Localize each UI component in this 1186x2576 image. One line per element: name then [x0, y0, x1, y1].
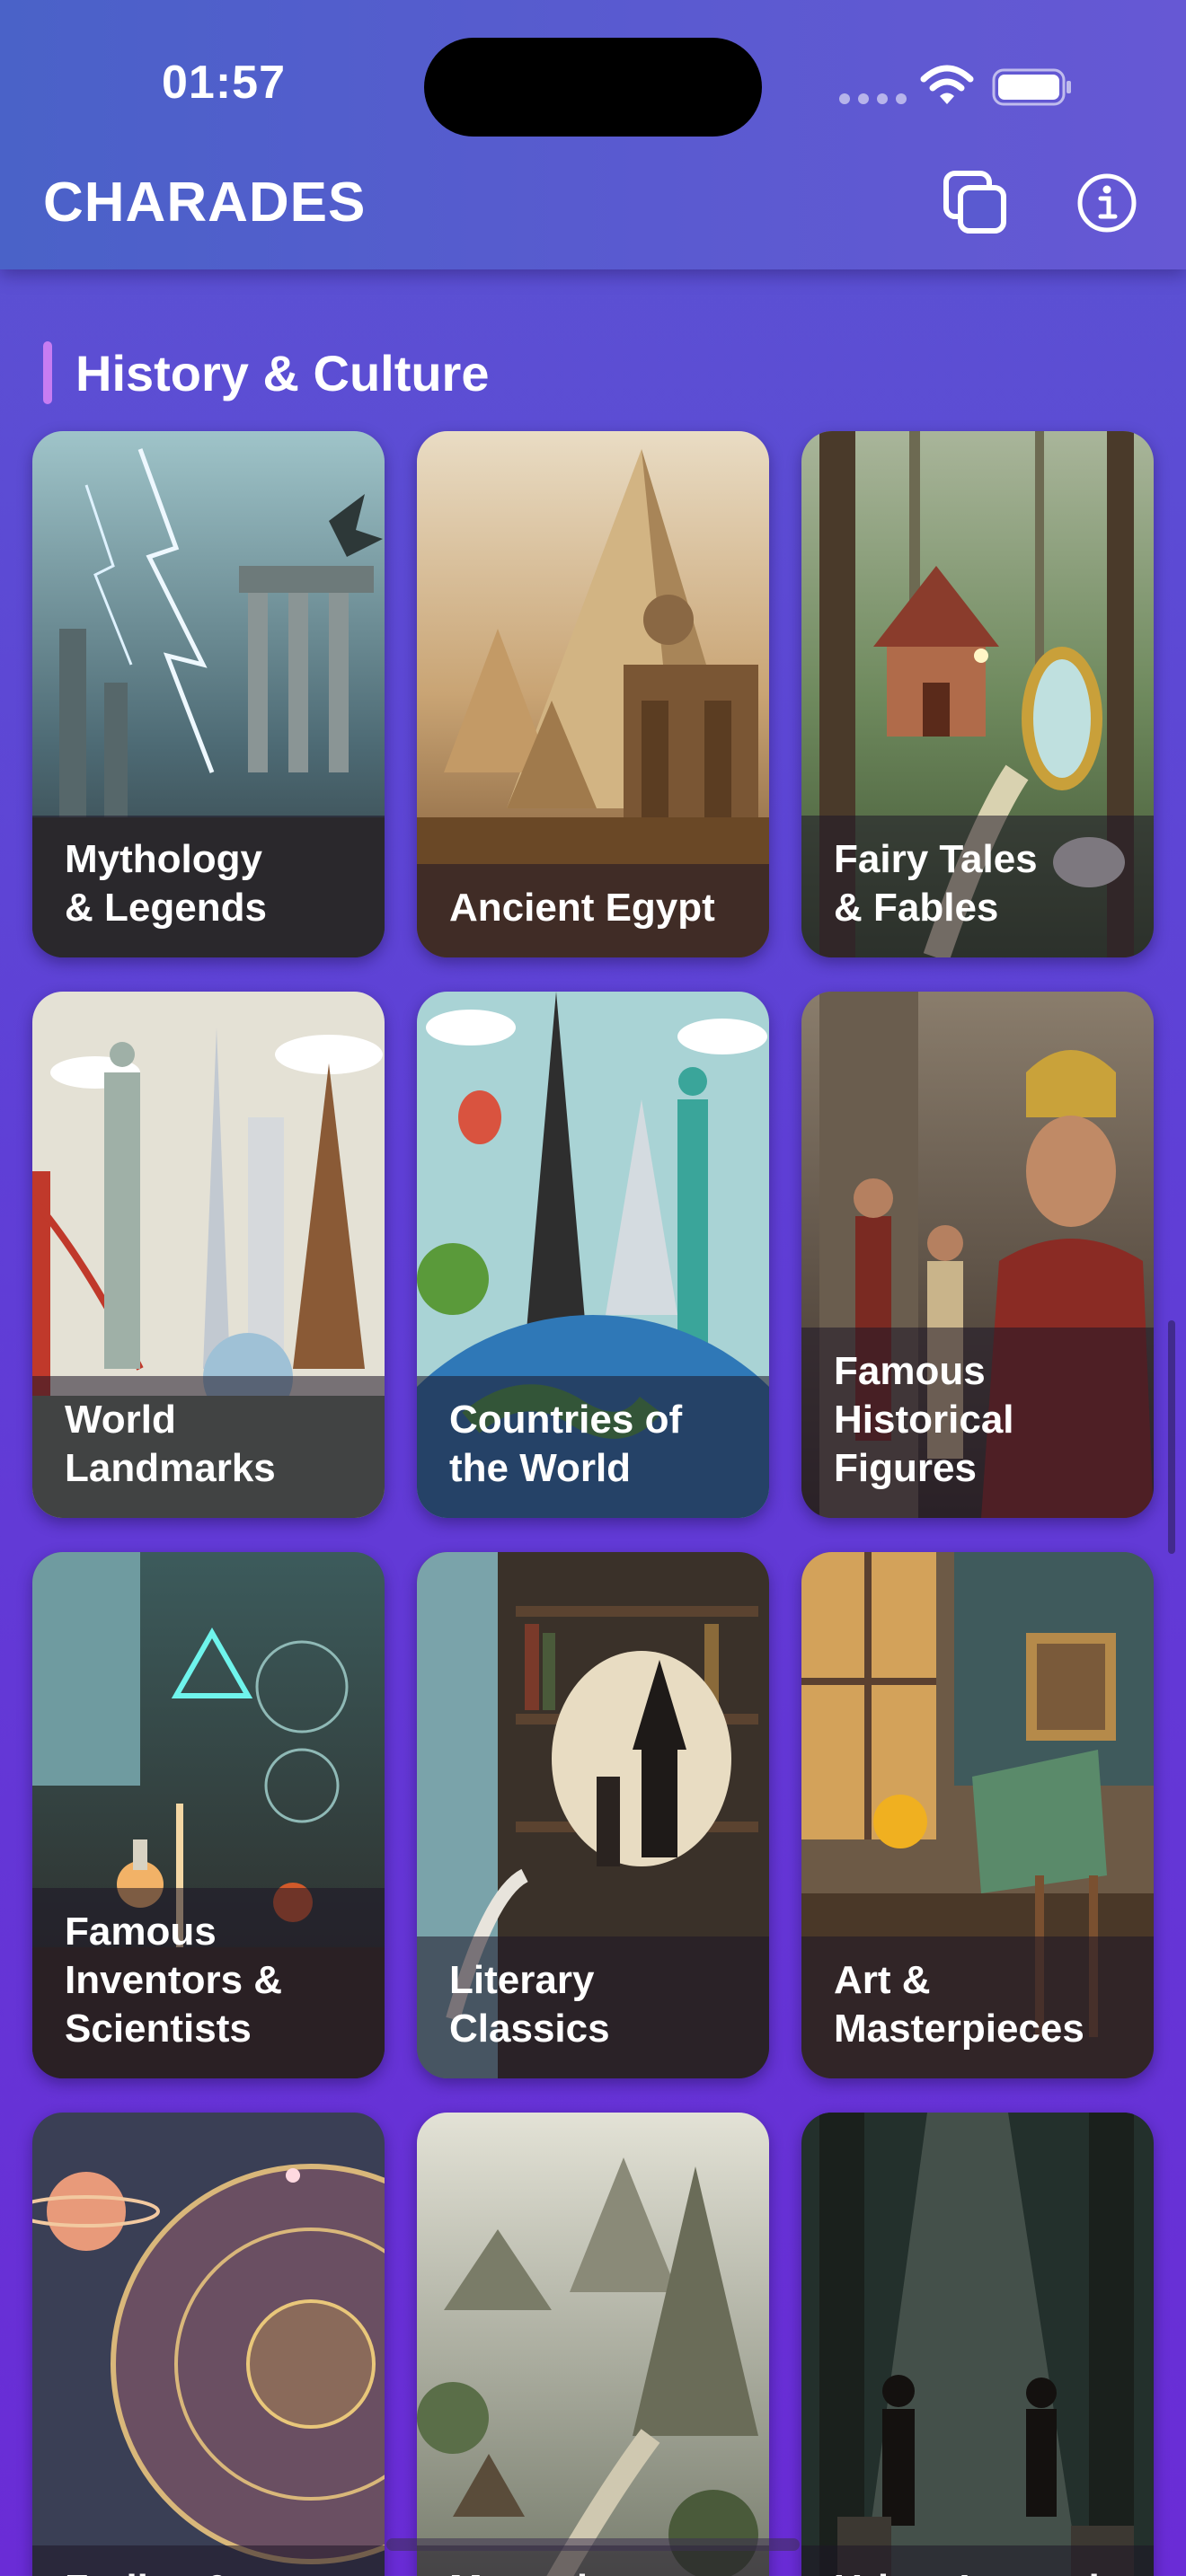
mysterious-illustration	[417, 2113, 769, 2576]
card-label: Famous Inventors & Scientists	[32, 1888, 385, 2078]
card-label: Urban Legends	[801, 2545, 1154, 2576]
status-time: 01:57	[162, 57, 286, 109]
vertical-scrollbar[interactable]	[1168, 1320, 1175, 1554]
card-label: Zodiac &	[32, 2545, 385, 2576]
wifi-icon	[920, 65, 974, 104]
zodiac-illustration	[32, 2113, 385, 2576]
copy-button[interactable]	[940, 167, 1012, 239]
category-card-inventors[interactable]: Famous Inventors & Scientists	[32, 1552, 385, 2078]
card-label: Famous Historical Figures	[801, 1328, 1154, 1518]
category-card-fairy-tales[interactable]: Fairy Tales & Fables	[801, 431, 1154, 957]
card-label: Mythology & Legends	[32, 816, 385, 957]
category-card-historical-figures[interactable]: Famous Historical Figures	[801, 992, 1154, 1518]
info-icon	[1077, 173, 1137, 233]
app-header: 01:57 CHARADES	[0, 0, 1186, 269]
home-indicator[interactable]	[386, 2538, 800, 2551]
category-card-mythology[interactable]: Mythology & Legends	[32, 431, 385, 957]
category-card-world-landmarks[interactable]: World Landmarks	[32, 992, 385, 1518]
card-label: Art & Masterpieces	[801, 1936, 1154, 2078]
info-button[interactable]	[1071, 167, 1143, 239]
category-card-ancient-egypt[interactable]: Ancient Egypt	[417, 431, 769, 957]
category-card-art-masterpieces[interactable]: Art & Masterpieces	[801, 1552, 1154, 2078]
app-title: CHARADES	[43, 172, 367, 234]
battery-icon	[992, 68, 1071, 106]
category-card-urban-legends[interactable]: Urban Legends	[801, 2113, 1154, 2576]
category-card-countries[interactable]: Countries of the World	[417, 992, 769, 1518]
urban-legends-illustration	[801, 2113, 1154, 2576]
card-label: World Landmarks	[32, 1376, 385, 1518]
cellular-signal-icon	[839, 93, 907, 104]
card-label: Fairy Tales & Fables	[801, 816, 1154, 957]
section-header: History & Culture	[43, 341, 490, 404]
category-card-literary-classics[interactable]: Literary Classics	[417, 1552, 769, 2078]
category-card-mysterious[interactable]: Mysterious	[417, 2113, 769, 2576]
section-title: History & Culture	[75, 344, 490, 401]
card-label: Literary Classics	[417, 1936, 769, 2078]
copy-icon	[943, 171, 1006, 234]
category-card-zodiac[interactable]: Zodiac &	[32, 2113, 385, 2576]
card-label: Countries of the World	[417, 1376, 769, 1518]
section-accent-bar	[43, 341, 52, 404]
card-label: Ancient Egypt	[417, 864, 769, 957]
dynamic-island	[424, 38, 762, 137]
